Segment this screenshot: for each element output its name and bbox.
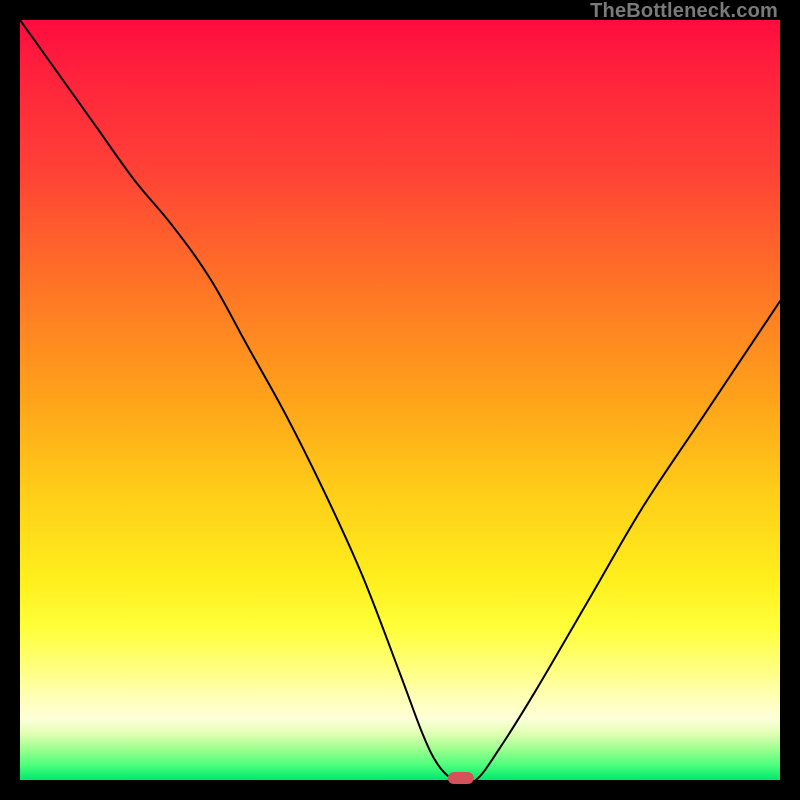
bottleneck-curve [20, 20, 780, 782]
plot-area [20, 20, 780, 780]
curve-svg [20, 20, 780, 780]
chart-frame: TheBottleneck.com [0, 0, 800, 800]
minimum-marker [448, 772, 474, 784]
